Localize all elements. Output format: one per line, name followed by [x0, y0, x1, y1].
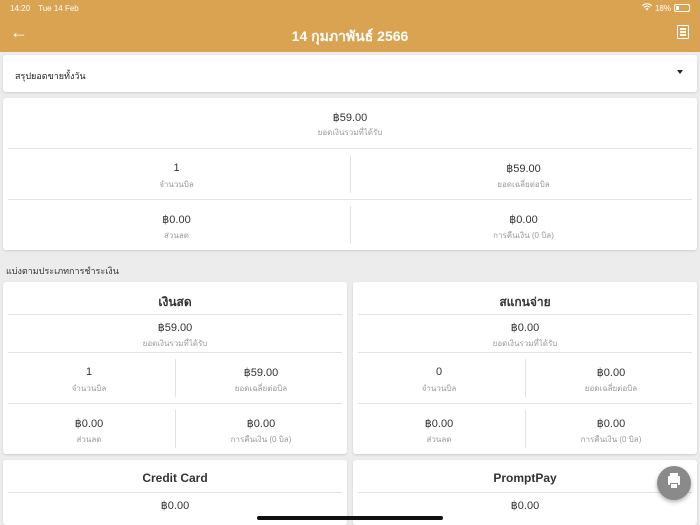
payment-type-title: Credit Card — [142, 471, 208, 485]
payment-card-cash: เงินสด ฿59.00 ยอดเงินรวมที่ได้รับ 1 จำนว… — [3, 282, 347, 454]
payment-bills-value: 0 — [435, 366, 443, 378]
status-time: 14:20 — [10, 4, 31, 13]
payment-refund-label: การคืนเงิน (0 บิล) — [580, 435, 642, 444]
app-bar: ← 14 กุมภาพันธ์ 2566 — [0, 16, 700, 52]
payment-right-column: ฿0.00 ยอดเฉลี่ยต่อบิล ฿0.00 การคืนเงิน (… — [525, 282, 697, 454]
payment-total-value: ฿0.00 — [510, 500, 540, 512]
payment-refund-value: ฿0.00 — [596, 418, 626, 430]
payment-left-column: 1 จำนวนบิล ฿0.00 ส่วนลด — [3, 282, 175, 454]
divider — [8, 403, 342, 404]
payment-right-column: ฿59.00 ยอดเฉลี่ยต่อบิล ฿0.00 การคืนเงิน … — [175, 282, 347, 454]
payment-discount-value: ฿0.00 — [74, 418, 104, 430]
payment-average-label: ยอดเฉลี่ยต่อบิล — [584, 384, 638, 393]
divider — [525, 410, 526, 448]
summary-discount-value: ฿0.00 — [162, 214, 191, 226]
summary-refund-label: การคืนเงิน (0 บิล) — [493, 231, 554, 240]
payment-type-title: PromptPay — [493, 471, 557, 485]
section-label: แบ่งตามประเภทการชำระเงิน — [6, 266, 119, 276]
summary-card: ฿59.00 ยอดเงินรวมที่ได้รับ 1 จำนวนบิล ฿0… — [3, 98, 697, 250]
payment-average-value: ฿59.00 — [243, 367, 279, 379]
payment-bills-label: จำนวนบิล — [71, 384, 107, 393]
print-button[interactable] — [657, 466, 691, 500]
dropdown-selected-value: สรุปยอดขายทั้งวัน — [15, 71, 86, 81]
summary-average: ฿59.00 ยอดเฉลี่ยต่อบิล ฿0.00 การคืนเงิน … — [350, 98, 697, 250]
payment-average-value: ฿0.00 — [596, 367, 626, 379]
status-date: Tue 14 Feb — [38, 4, 79, 13]
summary-bills-label: จำนวนบิล — [159, 180, 194, 189]
payment-total-value: ฿0.00 — [160, 500, 190, 512]
summary-bills: 1 จำนวนบิล ฿0.00 ส่วนลด — [3, 98, 350, 250]
divider — [358, 403, 692, 404]
wifi-icon — [641, 3, 652, 13]
payment-card-scan: สแกนจ่าย ฿0.00 ยอดเงินรวมที่ได้รับ 0 จำน… — [353, 282, 697, 454]
payment-average-label: ยอดเฉลี่ยต่อบิล — [234, 384, 288, 393]
battery-percent: 18% — [654, 3, 671, 13]
divider — [175, 410, 176, 448]
divider — [8, 199, 692, 200]
summary-average-label: ยอดเฉลี่ยต่อบิล — [497, 180, 550, 189]
report-type-dropdown[interactable]: สรุปยอดขายทั้งวัน — [3, 55, 697, 92]
summary-discount-label: ส่วนลด — [164, 231, 189, 240]
payment-refund-value: ฿0.00 — [246, 418, 276, 430]
payment-refund-label: การคืนเงิน (0 บิล) — [230, 435, 292, 444]
divider — [358, 492, 692, 493]
caret-down-icon — [677, 70, 683, 74]
divider — [8, 492, 342, 493]
receipt-icon[interactable] — [677, 25, 689, 39]
payment-bills-label: จำนวนบิล — [421, 384, 457, 393]
battery-icon — [674, 4, 690, 12]
payment-discount-label: ส่วนลด — [426, 435, 452, 444]
summary-bills-value: 1 — [173, 162, 180, 174]
status-bar: 14:20 Tue 14 Feb 18% — [0, 0, 700, 16]
payment-discount-value: ฿0.00 — [424, 418, 454, 430]
summary-refund-value: ฿0.00 — [509, 214, 538, 226]
divider — [350, 206, 351, 244]
page-title: 14 กุมภาพันธ์ 2566 — [291, 28, 409, 44]
payment-left-column: 0 จำนวนบิล ฿0.00 ส่วนลด — [353, 282, 525, 454]
summary-average-value: ฿59.00 — [506, 163, 541, 175]
payment-bills-value: 1 — [85, 366, 93, 378]
home-indicator[interactable] — [257, 516, 443, 520]
payment-discount-label: ส่วนลด — [76, 435, 102, 444]
